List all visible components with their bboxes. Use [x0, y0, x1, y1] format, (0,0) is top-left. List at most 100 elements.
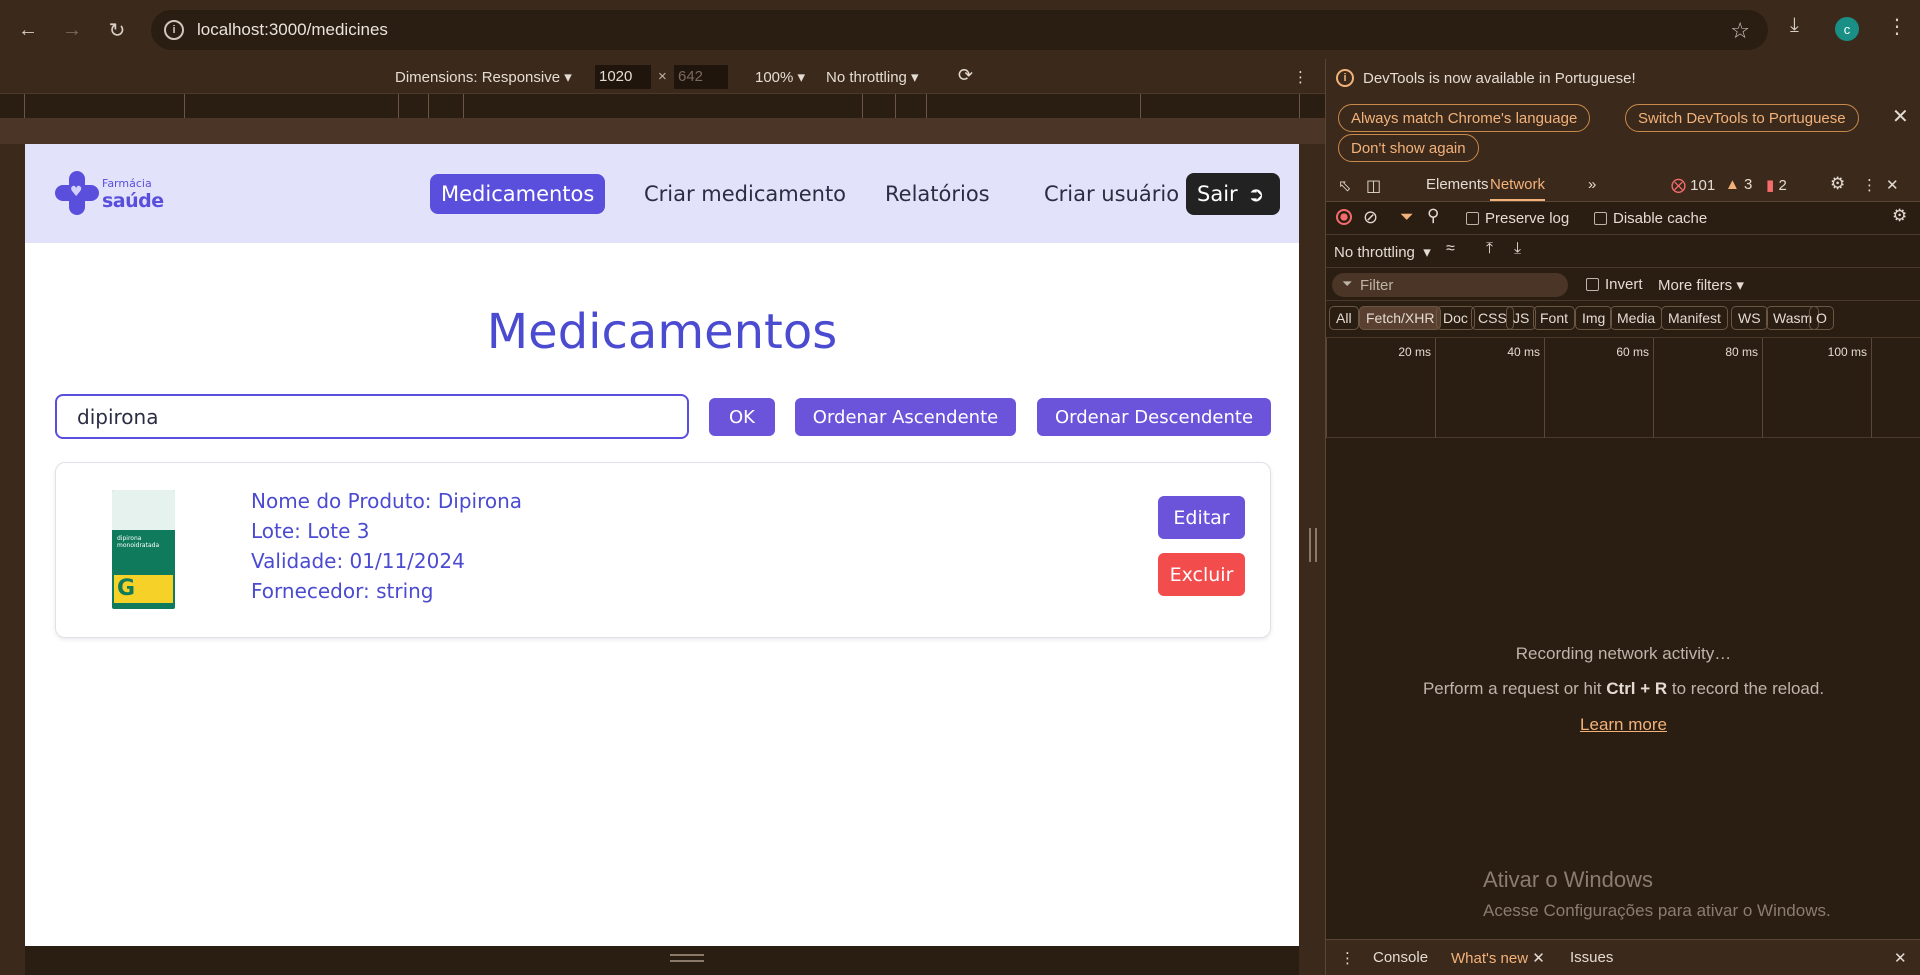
sort-descending-button[interactable]: Ordenar Descendente — [1037, 398, 1271, 436]
chrome-menu-icon[interactable]: ⋮ — [1887, 14, 1907, 39]
nav-create-medicine[interactable]: Criar medicamento — [633, 174, 857, 214]
wifi-icon[interactable]: ≈ — [1446, 240, 1455, 258]
timeline-tick: 100 ms — [1762, 338, 1871, 438]
media-query-ruler[interactable] — [0, 93, 1325, 118]
devtools-tabs: ⬁ ◫ Elements Network » ⨂ 101 ▲ 3 ▮ 2 ⚙ ⋮… — [1326, 168, 1920, 202]
delete-button[interactable]: Excluir — [1158, 553, 1245, 596]
settings-icon[interactable]: ⚙ — [1830, 174, 1845, 194]
nav-create-user[interactable]: Criar usuário — [1033, 174, 1190, 214]
search-input[interactable] — [55, 394, 689, 439]
bottom-resize-handle[interactable] — [670, 954, 704, 962]
drawer-tab-issues[interactable]: Issues — [1570, 949, 1613, 966]
filter-type-other[interactable]: O — [1809, 306, 1834, 330]
edit-button[interactable]: Editar — [1158, 496, 1245, 539]
close-infobar-icon[interactable]: ✕ — [1892, 104, 1909, 129]
device-toggle-icon[interactable]: ◫ — [1366, 176, 1381, 196]
preserve-log-checkbox[interactable]: Preserve log — [1466, 210, 1569, 227]
forward-icon[interactable]: → — [56, 14, 88, 46]
address-bar[interactable]: i localhost:3000/medicines ☆ — [151, 10, 1768, 50]
height-input[interactable]: 642 — [674, 65, 728, 89]
close-drawer-icon[interactable]: ✕ — [1894, 949, 1907, 967]
preserve-log-label: Preserve log — [1485, 210, 1570, 227]
timeline-label: 100 ms — [1827, 345, 1867, 359]
more-filters-label: More filters — [1658, 277, 1733, 294]
rotate-icon[interactable]: ⟳ — [958, 65, 973, 86]
invert-label: Invert — [1605, 276, 1643, 293]
download-icon[interactable]: ⤓ — [1790, 14, 1799, 37]
browser-toolbar: ← → ↻ i localhost:3000/medicines ☆ ⤓ c ⋮ — [0, 0, 1920, 59]
network-throttling-dropdown[interactable]: No throttling ▾ — [1334, 243, 1431, 261]
search-icon[interactable]: ⚲ — [1427, 206, 1439, 226]
switch-language-button[interactable]: Switch DevTools to Portuguese — [1625, 104, 1859, 132]
zoom-dropdown[interactable]: 100% ▾ — [755, 68, 805, 86]
sort-ascending-button[interactable]: Ordenar Ascendente — [795, 398, 1016, 436]
network-settings-icon[interactable]: ⚙ — [1892, 206, 1907, 226]
device-more-icon[interactable]: ⋮ — [1293, 68, 1308, 86]
device-toolbar: Dimensions: Responsive ▾ 1020 × 642 100%… — [0, 59, 1325, 95]
drawer-menu-icon[interactable]: ⋮ — [1340, 949, 1355, 967]
clear-icon[interactable]: ⊘ — [1363, 207, 1378, 228]
filter-type-doc[interactable]: Doc — [1436, 306, 1475, 330]
timeline-label: 80 ms — [1725, 345, 1758, 359]
error-icon: ⨂ — [1671, 177, 1686, 194]
filter-type-media[interactable]: Media — [1610, 306, 1663, 330]
export-har-icon[interactable]: ⤓ — [1514, 240, 1521, 258]
issue-count-value: 2 — [1778, 177, 1787, 194]
network-timeline[interactable]: 20 ms 40 ms 60 ms 80 ms 100 ms — [1326, 338, 1920, 438]
match-language-button[interactable]: Always match Chrome's language — [1338, 104, 1591, 132]
more-tabs-icon[interactable]: » — [1588, 176, 1596, 193]
drawer-tab-whats-new[interactable]: What's new ✕ — [1451, 949, 1545, 967]
timeline-tick: 60 ms — [1544, 338, 1653, 438]
filter-icon[interactable]: ⏷ — [1400, 207, 1414, 227]
error-count[interactable]: ⨂ 101 — [1671, 176, 1715, 194]
close-devtools-icon[interactable]: ✕ — [1886, 176, 1899, 194]
invert-checkbox[interactable]: Invert — [1586, 276, 1643, 293]
bookmark-star-icon[interactable]: ☆ — [1730, 18, 1750, 44]
dimensions-dropdown[interactable]: Dimensions: Responsive ▾ — [395, 68, 572, 86]
logout-button[interactable]: Sair ➲ — [1186, 173, 1280, 215]
side-resize-handle[interactable] — [1309, 528, 1317, 562]
tab-network[interactable]: Network — [1490, 176, 1546, 201]
inspect-icon[interactable]: ⬁ — [1338, 176, 1351, 196]
warning-count[interactable]: ▲ 3 — [1725, 176, 1752, 193]
reload-icon[interactable]: ↻ — [101, 14, 133, 46]
close-whats-new-icon[interactable]: ✕ — [1532, 950, 1545, 967]
pharmacy-logo[interactable]: ♥ Farmácia saúde — [55, 170, 175, 220]
back-icon[interactable]: ← — [12, 14, 44, 46]
nav-reports[interactable]: Relatórios — [874, 174, 1001, 214]
filter-type-manifest[interactable]: Manifest — [1661, 306, 1728, 330]
disable-cache-checkbox[interactable]: Disable cache — [1594, 210, 1707, 227]
windows-watermark-title: Ativar o Windows — [1483, 867, 1653, 892]
filter-placeholder: Filter — [1360, 276, 1394, 294]
dont-show-button[interactable]: Don't show again — [1338, 134, 1479, 162]
viewport-frame — [0, 118, 1325, 144]
import-har-icon[interactable]: ⤒ — [1486, 240, 1493, 258]
filter-type-img[interactable]: Img — [1575, 306, 1613, 330]
app-header: ♥ Farmácia saúde Medicamentos Criar medi… — [25, 144, 1299, 243]
logout-label: Sair — [1197, 182, 1238, 206]
learn-more-link[interactable]: Learn more — [1326, 715, 1920, 735]
filter-type-all[interactable]: All — [1329, 306, 1359, 330]
warning-count-value: 3 — [1744, 176, 1753, 193]
tab-elements[interactable]: Elements — [1426, 176, 1489, 193]
filter-input[interactable]: ⏷ Filter — [1332, 273, 1568, 297]
ok-button[interactable]: OK — [709, 398, 775, 436]
filter-type-ws[interactable]: WS — [1731, 306, 1768, 330]
profile-avatar[interactable]: c — [1835, 17, 1859, 41]
medicine-image: dipirona monoidratada G — [112, 490, 175, 609]
filter-type-font[interactable]: Font — [1533, 306, 1576, 330]
site-info-icon[interactable]: i — [164, 20, 184, 40]
devtools-menu-icon[interactable]: ⋮ — [1862, 176, 1877, 194]
record-icon[interactable] — [1336, 209, 1352, 225]
devtools-panel: i DevTools is now available in Portugues… — [1325, 59, 1920, 975]
zoom-label: 100% — [755, 69, 794, 86]
width-input[interactable]: 1020 — [595, 65, 651, 89]
filter-type-js[interactable]: JS — [1506, 306, 1537, 330]
nav-medicines[interactable]: Medicamentos — [430, 174, 606, 214]
drawer-tab-console[interactable]: Console — [1373, 949, 1428, 966]
more-filters-dropdown[interactable]: More filters ▾ — [1658, 276, 1744, 294]
issues-count[interactable]: ▮ 2 — [1766, 176, 1787, 194]
filter-type-fetch-xhr[interactable]: Fetch/XHR — [1359, 306, 1442, 330]
product-expiry: Validade: 01/11/2024 — [251, 549, 465, 573]
throttling-dropdown[interactable]: No throttling ▾ — [826, 68, 919, 86]
